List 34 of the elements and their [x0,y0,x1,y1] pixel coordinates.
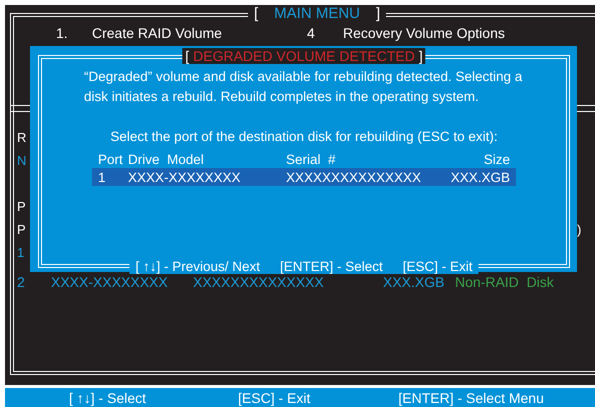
menu-title: MAIN MENU [274,5,360,22]
disk-serial: XXXXXXXXXXXXXX [193,274,325,290]
list-text: 1 [17,245,24,260]
bracket-text: [ [185,48,190,64]
column-header: Size [482,152,511,166]
dialog-message: “Degraded” volume and disk available for rebuilding detected. Selecting a disk initiates a rebuild. Rebuild completes in the operating system. [84,68,524,106]
list-text: N [17,153,26,168]
menu-item-label[interactable]: Recovery Volume Options [343,25,558,41]
key-hint: [ESC] - Exit [238,390,310,406]
dialog-title: DEGRADED VOLUME DETECTED [193,48,415,64]
key-hint: [ ↑↓] - Select [69,390,146,406]
disk-status: Non-RAID Disk [455,274,554,290]
disk-size: XXX.XGB [383,274,446,290]
bracket-text: [ [254,5,258,22]
list-text: P [17,199,26,214]
disk-port: 2 [17,274,26,290]
bracket-text: ] [376,5,380,22]
key-hint: [ESC] - Exit [402,259,473,274]
bracket-text: ] [418,48,423,64]
list-text: ) [577,222,582,237]
disk-row[interactable]: 1 XXXX-XXXXXXXX XXXXXXXXXXXXXXX XXX.XGB [92,168,516,186]
column-header: Port [97,152,124,166]
list-text: P [17,222,26,237]
key-hint: [ ↑↓] - Previous/ Next [135,259,260,274]
column-header: Serial # [286,152,337,166]
key-hint: [ENTER] - Select [280,259,383,274]
dialog-prompt: Select the port of the destination disk for rebuilding (ESC to exit): [110,129,498,144]
menu-item-number[interactable]: 1. [56,25,92,41]
key-hint: [ENTER] - Select Menu [398,390,544,406]
list-text: R [17,130,26,145]
menu-item-label[interactable]: Create RAID Volume [92,25,307,41]
disk-model: XXXX-XXXXXXXX [51,274,169,290]
menu-item-number[interactable]: 4 [307,25,343,41]
column-header: Drive Model [128,152,205,166]
